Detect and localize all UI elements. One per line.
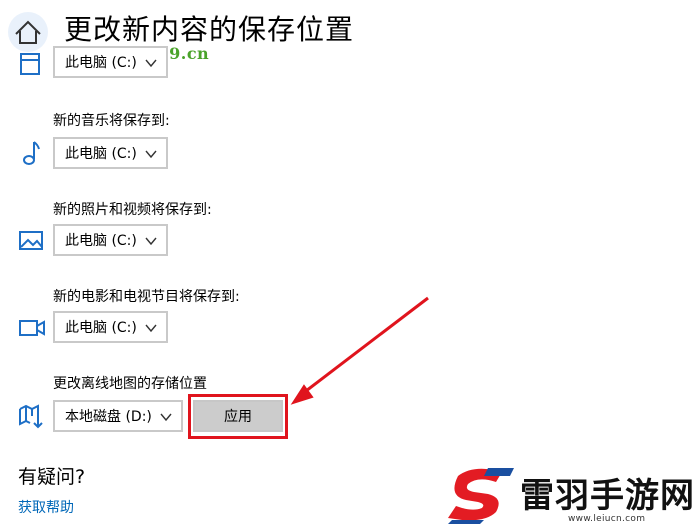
home-icon[interactable] (6, 10, 50, 54)
map-download-icon (19, 404, 43, 429)
music-note-icon (23, 141, 40, 165)
select-value: 此电脑 (C:) (65, 55, 137, 71)
select-value: 此电脑 (C:) (65, 233, 137, 249)
photos-location-select[interactable]: 此电脑 (C:) (53, 224, 168, 256)
document-icon (20, 53, 40, 75)
select-value: 此电脑 (C:) (65, 146, 137, 162)
chevron-down-icon (145, 237, 157, 246)
annotation-arrow (290, 296, 429, 405)
photos-label: 新的照片和视频将保存到: (53, 202, 212, 218)
chevron-down-icon (145, 324, 157, 333)
music-label: 新的音乐将保存到: (53, 113, 170, 129)
select-value: 本地磁盘 (D:) (65, 409, 152, 425)
page-title: 更改新内容的保存位置 (64, 13, 355, 46)
maps-label: 更改离线地图的存储位置 (53, 376, 207, 392)
video-camera-icon (19, 320, 45, 336)
picture-icon (19, 231, 43, 250)
chevron-down-icon (145, 150, 157, 159)
maps-location-select[interactable]: 本地磁盘 (D:) (53, 400, 183, 432)
highlight-box (188, 394, 288, 439)
movies-location-select[interactable]: 此电脑 (C:) (53, 311, 168, 343)
movies-label: 新的电影和电视节目将保存到: (53, 289, 240, 305)
chevron-down-icon (160, 413, 172, 422)
chevron-down-icon (145, 59, 157, 68)
brand-name: 雷羽手游网 (520, 476, 695, 516)
help-heading: 有疑问? (18, 466, 86, 488)
brand-url: www.leiucn.com (568, 514, 646, 524)
documents-location-select[interactable]: 此电脑 (C:) (53, 46, 168, 78)
select-value: 此电脑 (C:) (65, 320, 137, 336)
get-help-link[interactable]: 获取帮助 (18, 497, 74, 517)
music-location-select[interactable]: 此电脑 (C:) (53, 137, 168, 169)
